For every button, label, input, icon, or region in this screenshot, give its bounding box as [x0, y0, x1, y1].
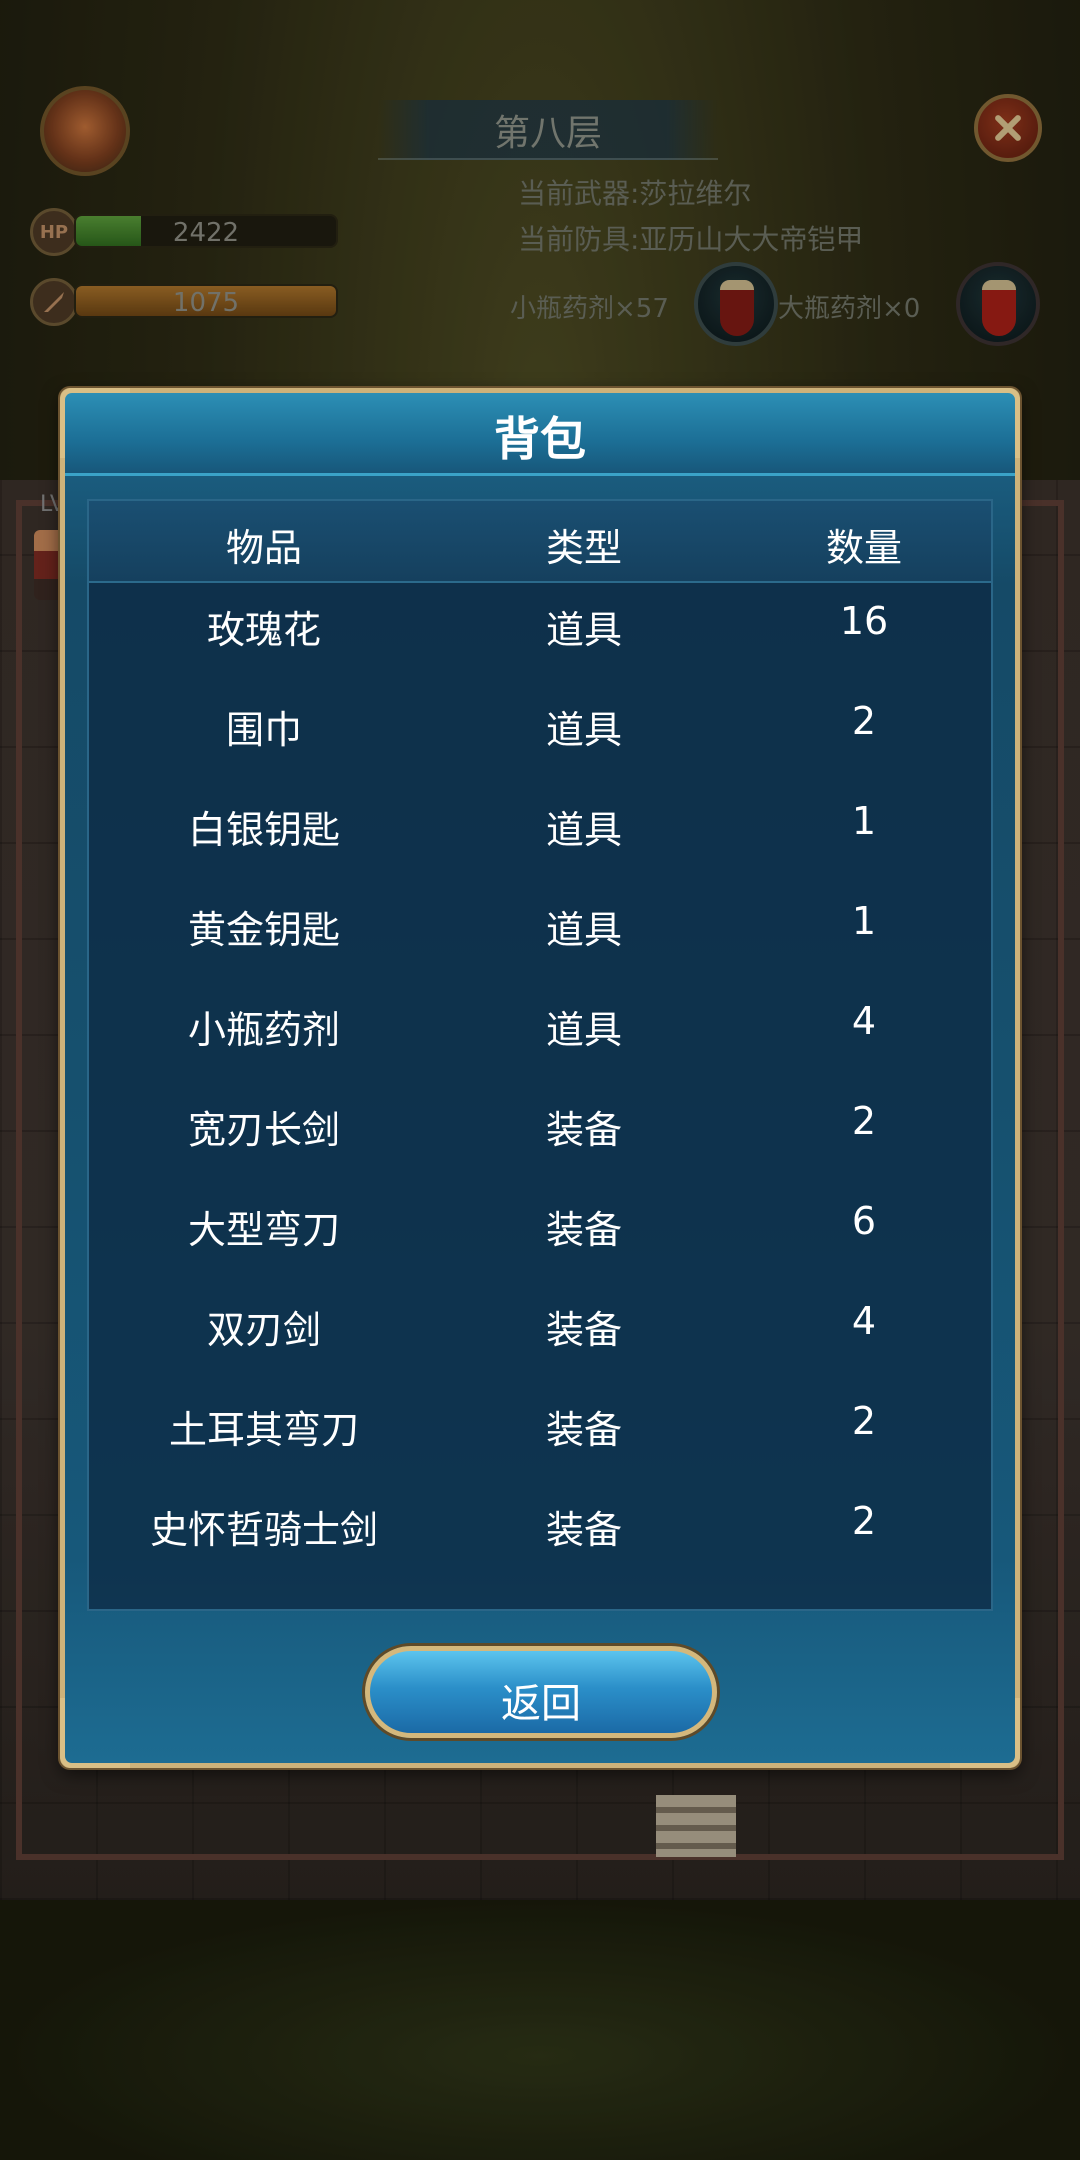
ornament-corner-icon: [950, 388, 1020, 458]
item-quantity: 16: [839, 599, 889, 643]
table-row[interactable]: 史怀哲骑士剑 装备 2: [89, 1485, 991, 1585]
item-quantity: 1: [851, 799, 877, 843]
table-row[interactable]: 小瓶药剂 道具 4: [89, 985, 991, 1085]
item-type: 道具: [545, 708, 622, 752]
item-quantity: 2: [851, 699, 877, 743]
item-quantity: 6: [851, 1199, 877, 1243]
table-row[interactable]: [89, 1585, 991, 1609]
item-type: 道具: [545, 908, 622, 952]
item-type: 装备: [545, 1208, 622, 1252]
ornament-corner-icon: [60, 1698, 130, 1768]
table-row[interactable]: 土耳其弯刀 装备 2: [89, 1385, 991, 1485]
table-row[interactable]: 白银钥匙 道具 1: [89, 785, 991, 885]
item-quantity: 1: [851, 899, 877, 943]
ornament-corner-icon: [950, 1698, 1020, 1768]
item-name: 围巾: [225, 708, 302, 752]
table-row[interactable]: 大型弯刀 装备 6: [89, 1185, 991, 1285]
item-name: 白银钥匙: [187, 808, 340, 852]
item-name: 土耳其弯刀: [168, 1408, 359, 1452]
item-type: 道具: [545, 1008, 622, 1052]
item-name: 大型弯刀: [187, 1208, 340, 1252]
item-name: 玫瑰花: [206, 608, 321, 652]
header-quantity: 数量: [825, 526, 902, 570]
bag-dialog: 背包 物品 类型 数量 玫瑰花 道具 16 围巾 道具 2 白银钥匙 道具 1 …: [60, 388, 1020, 1768]
item-quantity: 4: [851, 999, 877, 1043]
item-name: 黄金钥匙: [187, 908, 340, 952]
bag-dialog-title: 背包: [494, 412, 586, 466]
table-row[interactable]: 宽刃长剑 装备 2: [89, 1085, 991, 1185]
item-type: 道具: [545, 808, 622, 852]
item-quantity: 2: [851, 1099, 877, 1143]
item-quantity: 2: [851, 1499, 877, 1543]
back-button-label: 返回: [501, 1681, 581, 1727]
item-type: 装备: [545, 1108, 622, 1152]
item-name: 宽刃长剑: [187, 1108, 340, 1152]
bag-dialog-header: 背包: [65, 393, 1015, 476]
header-item: 物品: [225, 526, 302, 570]
item-name: 小瓶药剂: [187, 1008, 340, 1052]
item-name: 双刃剑: [206, 1308, 321, 1352]
item-type: 道具: [545, 608, 622, 652]
item-quantity: 4: [851, 1299, 877, 1343]
back-button[interactable]: 返回: [365, 1646, 717, 1738]
header-type: 类型: [545, 526, 622, 570]
table-header: 物品 类型 数量: [89, 501, 991, 583]
item-quantity: 2: [851, 1399, 877, 1443]
ornament-corner-icon: [60, 388, 130, 458]
table-row[interactable]: 双刃剑 装备 4: [89, 1285, 991, 1385]
item-name: 史怀哲骑士剑: [149, 1508, 378, 1552]
item-type: 装备: [545, 1508, 622, 1552]
table-row[interactable]: 黄金钥匙 道具 1: [89, 885, 991, 985]
item-type: 装备: [545, 1408, 622, 1452]
table-row[interactable]: 围巾 道具 2: [89, 685, 991, 785]
item-type: 装备: [545, 1308, 622, 1352]
bag-item-list[interactable]: 物品 类型 数量 玫瑰花 道具 16 围巾 道具 2 白银钥匙 道具 1 黄金钥…: [87, 499, 993, 1611]
table-row[interactable]: 玫瑰花 道具 16: [89, 585, 991, 685]
